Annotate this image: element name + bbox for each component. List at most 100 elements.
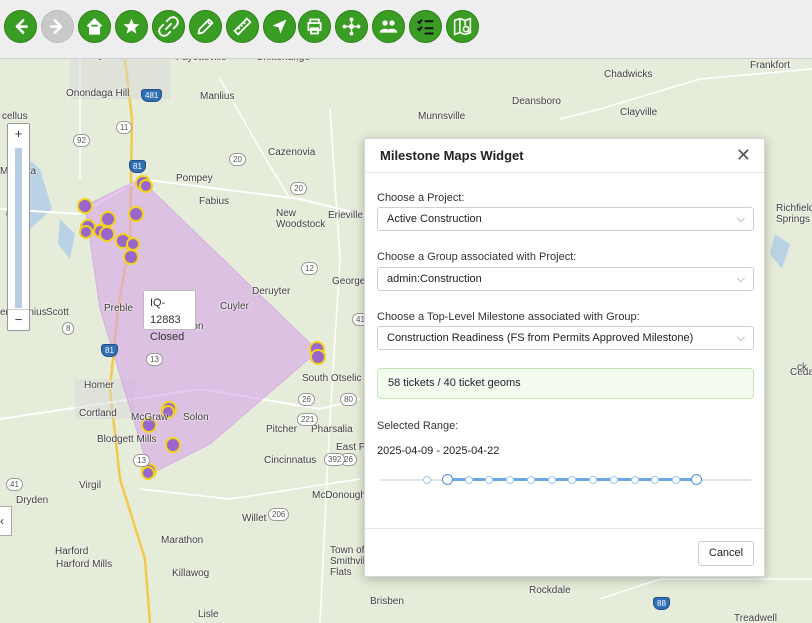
zoom-out-button[interactable]: − [8,309,29,331]
network-button[interactable] [335,10,368,43]
place-label-south-otselic: South Otselic [302,373,362,384]
star-icon [123,18,140,34]
place-label-cazenovia: Cazenovia [268,147,316,158]
ticket-marker [99,226,115,242]
link-icon [158,16,179,37]
measure-button[interactable] [226,10,259,43]
cancel-button[interactable]: Cancel [698,541,754,566]
place-label-marathon: Marathon [161,535,204,546]
place-label-syracuse: Syracuse [92,59,134,61]
place-label-chadwicks: Chadwicks [604,69,653,80]
place-label-ck: ck [797,362,807,373]
milestone-select[interactable]: Construction Readiness (FS from Permits … [377,326,754,350]
slider-step-dot [464,476,473,484]
slider-handle[interactable] [691,474,702,485]
place-label-cuyler: Cuyler [220,301,249,312]
slider-step-dot [547,476,556,484]
place-label-virgil: Virgil [79,480,102,491]
highway-shield: 13 [146,353,163,366]
back-button[interactable] [4,10,37,43]
chevron-down-icon: ⌵ [736,273,745,285]
place-label-clayville: Clayville [620,107,658,118]
checklist-button[interactable] [409,10,442,43]
forward-button[interactable] [41,10,74,43]
highway-shield: 392 [324,453,346,466]
ticket-marker [139,179,153,193]
place-label-frankfort: Frankfort [750,60,791,71]
ticket-marker [128,206,144,222]
place-label-pitcher: Pitcher [266,424,298,435]
edit-button[interactable] [189,10,222,43]
ticket-marker [77,198,93,214]
place-label-deruyter: Deruyter [252,286,291,297]
highway-shield: 12 [301,262,318,275]
arrow-left-icon [15,19,28,34]
place-label-cortland: Cortland [79,408,117,419]
ticket-tooltip: IQ-12883 Closed [143,290,196,343]
place-label-rockdale: Rockdale [529,585,571,596]
place-label-blodgett-mills: Blodgett Mills [97,434,157,445]
highway-shield: 206 [268,508,290,521]
slider-step-dot [609,476,618,484]
milestone-maps-dialog: Milestone Maps Widget ✕ Choose a Project… [364,138,765,577]
milestone-select-value: Construction Readiness (FS from Permits … [387,332,694,344]
place-label-scott: Scott [46,307,69,318]
zoom-slider-track[interactable] [15,148,22,308]
highway-shield: 80 [340,393,357,406]
highway-shield: 20 [290,182,307,195]
place-label-solon: Solon [183,412,209,423]
print-button[interactable] [298,10,331,43]
users-icon [379,20,398,33]
slider-step-dot [485,476,494,484]
arrow-right-icon [50,19,63,34]
place-label-harford-mills: Harford Mills [56,559,113,570]
selected-range-label: Selected Range: [377,420,459,432]
ruler-icon [233,17,252,36]
zoom-in-button[interactable]: + [8,124,29,145]
map-search-icon [453,17,472,36]
place-label-erieville: Erieville [328,210,364,221]
highway-shield: 221 [297,413,319,426]
favorites-button[interactable] [115,10,148,43]
ticket-marker [126,237,140,251]
place-label-onondaga-hill: Onondaga Hill [66,88,130,99]
locate-button[interactable] [263,10,296,43]
place-label-willet: Willet [242,513,267,524]
map-search-button[interactable] [446,10,479,43]
tooltip-ticket-id: IQ-12883 [150,297,181,326]
place-label-deansboro: Deansboro [512,96,561,107]
slider-handle[interactable] [441,474,453,485]
ticket-count-status: 58 tickets / 40 ticket geoms [377,368,754,399]
ticket-marker [79,225,93,239]
users-button[interactable] [372,10,405,43]
place-label-manlius: Manlius [200,91,235,102]
close-icon[interactable]: ✕ [736,146,751,164]
project-select[interactable]: Active Construction ⌵ [377,207,754,231]
place-label-richfield: Richfield Springs [776,203,812,225]
navigation-arrow-icon [272,19,287,34]
home-button[interactable] [78,10,111,43]
place-label-homer: Homer [84,380,115,391]
slider-step-dot [630,476,639,484]
chevron-down-icon: ⌵ [736,213,745,225]
date-range-slider[interactable] [381,473,751,487]
slider-step-dot [506,476,515,484]
highway-shield: 13 [133,454,150,467]
highway-shield: 92 [73,134,90,147]
place-label-brisben: Brisben [370,596,404,607]
network-icon [342,17,361,36]
side-panel-toggle[interactable]: ‹ [0,506,12,536]
place-label-fabius: Fabius [199,196,230,207]
home-icon [86,17,103,35]
highway-shield: 481 [141,89,163,102]
printer-icon [307,18,322,35]
dialog-footer-divider [365,528,764,529]
slider-step-dot [651,476,660,484]
ticket-marker [165,437,181,453]
place-label-chittenango: Chittenango [256,59,310,63]
place-label-fayetteville: Fayetteville [176,59,227,63]
group-select[interactable]: admin:Construction ⌵ [377,267,754,291]
link-button[interactable] [152,10,185,43]
dialog-title: Milestone Maps Widget [380,148,524,163]
group-select-value: admin:Construction [387,273,482,285]
